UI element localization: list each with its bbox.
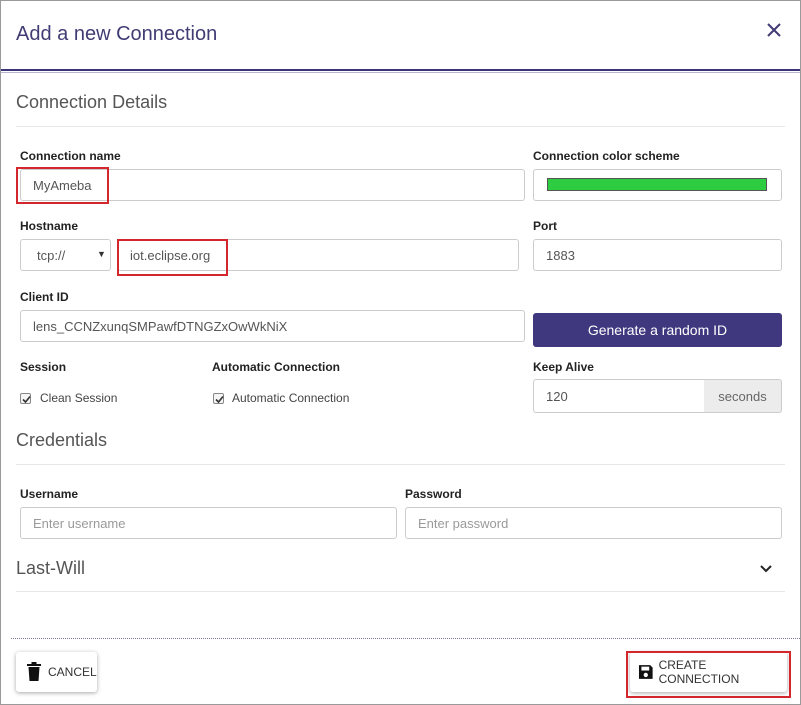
chevron-down-icon[interactable] <box>756 561 776 577</box>
clean-session-checkbox[interactable] <box>20 393 31 404</box>
port-input[interactable]: 1883 <box>533 239 782 271</box>
keep-alive-unit: seconds <box>704 379 782 413</box>
header-divider <box>1 69 800 73</box>
clean-session-label: Clean Session <box>40 391 118 405</box>
color-swatch <box>547 178 767 191</box>
keep-alive-label: Keep Alive <box>533 360 594 374</box>
automatic-connection-checkbox-label: Automatic Connection <box>232 391 350 405</box>
dialog-title: Add a new Connection <box>16 23 218 45</box>
color-scheme-label: Connection color scheme <box>533 149 680 163</box>
add-connection-dialog: Add a new Connection Connection Details … <box>0 0 801 705</box>
credentials-title: Credentials <box>16 430 108 450</box>
password-label: Password <box>405 487 462 501</box>
check-icon <box>22 395 31 404</box>
keep-alive-input[interactable]: 120 <box>533 379 705 413</box>
trash-icon <box>27 662 41 681</box>
automatic-connection-label: Automatic Connection <box>212 360 340 374</box>
check-icon <box>215 395 224 404</box>
username-label: Username <box>20 487 79 501</box>
generate-random-id-button[interactable]: Generate a random ID <box>533 313 782 347</box>
session-label: Session <box>20 360 67 374</box>
last-will-title[interactable]: Last-Will <box>16 558 85 579</box>
cancel-label: CANCEL <box>48 665 97 679</box>
password-input[interactable]: Enter password <box>405 507 782 539</box>
connection-name-label: Connection name <box>20 149 121 163</box>
cancel-button[interactable]: CANCEL <box>16 652 97 692</box>
footer-divider <box>11 638 800 639</box>
client-id-label: Client ID <box>20 290 69 304</box>
connection-details-title: Connection Details <box>16 92 168 112</box>
username-input[interactable]: Enter username <box>20 507 397 539</box>
highlight-box <box>16 167 109 204</box>
highlight-box <box>117 239 228 276</box>
highlight-box <box>626 651 791 698</box>
protocol-value: tcp:// <box>37 247 66 263</box>
close-icon[interactable] <box>763 19 785 41</box>
section-divider <box>16 591 785 592</box>
dialog-header: Add a new Connection <box>1 1 800 69</box>
port-label: Port <box>533 219 557 233</box>
caret-down-icon: ▼ <box>97 249 106 259</box>
hostname-label: Hostname <box>20 219 79 233</box>
client-id-input[interactable]: lens_CCNZxunqSMPawfDTNGZxOwWkNiX <box>20 310 525 342</box>
section-divider <box>16 126 785 127</box>
section-divider <box>16 464 785 465</box>
automatic-connection-checkbox[interactable] <box>213 393 224 404</box>
